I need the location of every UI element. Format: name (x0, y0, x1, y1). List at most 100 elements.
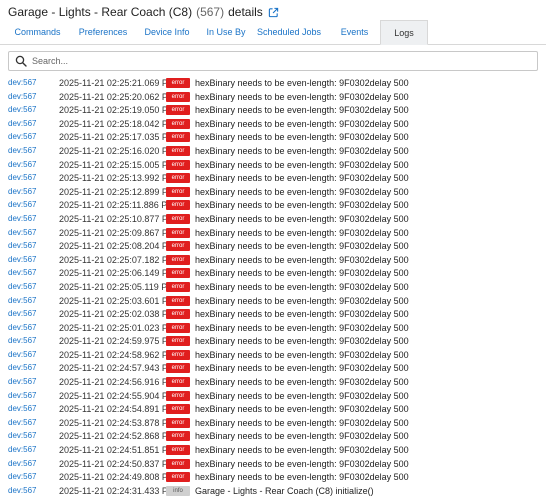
log-device-link[interactable]: dev:567 (8, 323, 36, 332)
log-timestamp: 2025-11-21 02:25:19.050 PM (59, 105, 176, 116)
log-row: dev:567 2025-11-21 02:25:13.992 PM error he… (0, 172, 546, 186)
log-row: dev:567 2025-11-21 02:24:59.975 PM error he… (0, 335, 546, 349)
log-device-link[interactable]: dev:567 (8, 268, 36, 277)
log-device-link[interactable]: dev:567 (8, 472, 36, 481)
log-timestamp: 2025-11-21 02:25:20.062 PM (59, 91, 176, 102)
log-level-badge: error (166, 200, 190, 211)
log-device-link[interactable]: dev:567 (8, 363, 36, 372)
log-level-badge: error (166, 268, 190, 279)
tab-logs[interactable]: Logs (380, 20, 428, 45)
log-row: dev:567 2025-11-21 02:25:12.899 PM error he… (0, 186, 546, 200)
log-timestamp: 2025-11-21 02:25:18.042 PM (59, 118, 176, 129)
log-row: dev:567 2025-11-21 02:24:54.891 PM error he… (0, 403, 546, 417)
log-device-link[interactable]: dev:567 (8, 418, 36, 427)
log-device-link[interactable]: dev:567 (8, 241, 36, 250)
log-row: dev:567 2025-11-21 02:25:03.601 PM error he… (0, 295, 546, 309)
tab-in-use-by[interactable]: In Use By (203, 20, 249, 44)
log-timestamp: 2025-11-21 02:25:12.899 PM (59, 186, 176, 197)
log-timestamp: 2025-11-21 02:24:59.975 PM (59, 336, 176, 347)
log-device-link[interactable]: dev:567 (8, 187, 36, 196)
log-device-link[interactable]: dev:567 (8, 445, 36, 454)
tab-preferences[interactable]: Preferences (75, 20, 131, 44)
log-device-link[interactable]: dev:567 (8, 431, 36, 440)
log-level-badge: error (166, 336, 190, 347)
log-message: hexBinary needs to be even-length: 9F030… (195, 132, 409, 143)
log-device-link[interactable]: dev:567 (8, 309, 36, 318)
log-message: hexBinary needs to be even-length: 9F030… (195, 200, 409, 211)
log-message: hexBinary needs to be even-length: 9F030… (195, 281, 409, 292)
log-message: hexBinary needs to be even-length: 9F030… (195, 213, 409, 224)
log-device-link[interactable]: dev:567 (8, 119, 36, 128)
log-row: dev:567 2025-11-21 02:24:49.808 PM error he… (0, 471, 546, 485)
log-row: dev:567 2025-11-21 02:25:18.042 PM error he… (0, 118, 546, 132)
log-message: hexBinary needs to be even-length: 9F030… (195, 159, 409, 170)
log-level-badge: error (166, 227, 190, 238)
log-message: hexBinary needs to be even-length: 9F030… (195, 186, 409, 197)
log-device-link[interactable]: dev:567 (8, 336, 36, 345)
log-message: hexBinary needs to be even-length: 9F030… (195, 336, 409, 347)
log-level-badge: error (166, 349, 190, 360)
log-level-badge: error (166, 472, 190, 483)
log-device-link[interactable]: dev:567 (8, 228, 36, 237)
tab-scheduled-jobs[interactable]: Scheduled Jobs (249, 20, 329, 44)
log-device-link[interactable]: dev:567 (8, 391, 36, 400)
log-timestamp: 2025-11-21 02:25:05.119 PM (59, 281, 175, 292)
log-row: dev:567 2025-11-21 02:25:08.204 PM error he… (0, 240, 546, 254)
log-device-link[interactable]: dev:567 (8, 296, 36, 305)
tab-events[interactable]: Events (329, 20, 380, 44)
external-link-icon[interactable] (268, 7, 279, 18)
log-message: hexBinary needs to be even-length: 9F030… (195, 309, 409, 320)
tab-device-info[interactable]: Device Info (131, 20, 203, 44)
log-row: dev:567 2025-11-21 02:25:20.062 PM error he… (0, 91, 546, 105)
log-level-badge: error (166, 145, 190, 156)
log-device-link[interactable]: dev:567 (8, 146, 36, 155)
details-label: details (228, 5, 263, 19)
log-device-link[interactable]: dev:567 (8, 173, 36, 182)
log-timestamp: 2025-11-21 02:24:31.433 PM (59, 485, 176, 496)
log-device-link[interactable]: dev:567 (8, 459, 36, 468)
log-timestamp: 2025-11-21 02:25:15.005 PM (59, 159, 176, 170)
log-timestamp: 2025-11-21 02:24:58.962 PM (59, 349, 176, 360)
search-input[interactable] (32, 56, 537, 66)
tab-commands[interactable]: Commands (0, 20, 75, 44)
log-device-link[interactable]: dev:567 (8, 132, 36, 141)
log-device-link[interactable]: dev:567 (8, 200, 36, 209)
log-row: dev:567 2025-11-21 02:24:56.916 PM error he… (0, 376, 546, 390)
log-device-link[interactable]: dev:567 (8, 282, 36, 291)
log-message: hexBinary needs to be even-length: 9F030… (195, 295, 409, 306)
log-device-link[interactable]: dev:567 (8, 486, 36, 495)
log-device-link[interactable]: dev:567 (8, 350, 36, 359)
log-message: hexBinary needs to be even-length: 9F030… (195, 227, 409, 238)
log-list: dev:567 2025-11-21 02:25:21.069 PM error he… (0, 77, 546, 498)
search-box (8, 51, 538, 71)
log-device-link[interactable]: dev:567 (8, 214, 36, 223)
log-timestamp: 2025-11-21 02:24:56.916 PM (59, 377, 176, 388)
log-row: dev:567 2025-11-21 02:25:15.005 PM error he… (0, 159, 546, 173)
log-level-badge: error (166, 390, 190, 401)
log-device-link[interactable]: dev:567 (8, 92, 36, 101)
log-row: dev:567 2025-11-21 02:24:50.837 PM error he… (0, 458, 546, 472)
log-device-link[interactable]: dev:567 (8, 404, 36, 413)
log-device-link[interactable]: dev:567 (8, 160, 36, 169)
log-timestamp: 2025-11-21 02:24:53.878 PM (59, 417, 176, 428)
log-device-link[interactable]: dev:567 (8, 377, 36, 386)
log-row: dev:567 2025-11-21 02:24:55.904 PM error he… (0, 390, 546, 404)
log-timestamp: 2025-11-21 02:24:50.837 PM (59, 458, 176, 469)
log-device-link[interactable]: dev:567 (8, 78, 36, 87)
log-device-link[interactable]: dev:567 (8, 105, 36, 114)
log-message: hexBinary needs to be even-length: 9F030… (195, 268, 409, 279)
page-title: Garage - Lights - Rear Coach (C8) (8, 5, 193, 19)
log-timestamp: 2025-11-21 02:25:09.867 PM (59, 227, 176, 238)
log-message: hexBinary needs to be even-length: 9F030… (195, 417, 409, 428)
log-device-link[interactable]: dev:567 (8, 255, 36, 264)
device-id-count: (567) (196, 5, 225, 19)
log-level-badge: error (166, 105, 190, 116)
log-timestamp: 2025-11-21 02:25:07.182 PM (59, 254, 176, 265)
log-row: dev:567 2025-11-21 02:25:06.149 PM error he… (0, 267, 546, 281)
log-timestamp: 2025-11-21 02:24:57.943 PM (59, 363, 176, 374)
log-message: hexBinary needs to be even-length: 9F030… (195, 173, 409, 184)
log-timestamp: 2025-11-21 02:25:17.035 PM (59, 132, 176, 143)
log-timestamp: 2025-11-21 02:24:51.851 PM (59, 445, 176, 456)
log-row: dev:567 2025-11-21 02:24:51.851 PM error he… (0, 444, 546, 458)
log-message: hexBinary needs to be even-length: 9F030… (195, 431, 409, 442)
